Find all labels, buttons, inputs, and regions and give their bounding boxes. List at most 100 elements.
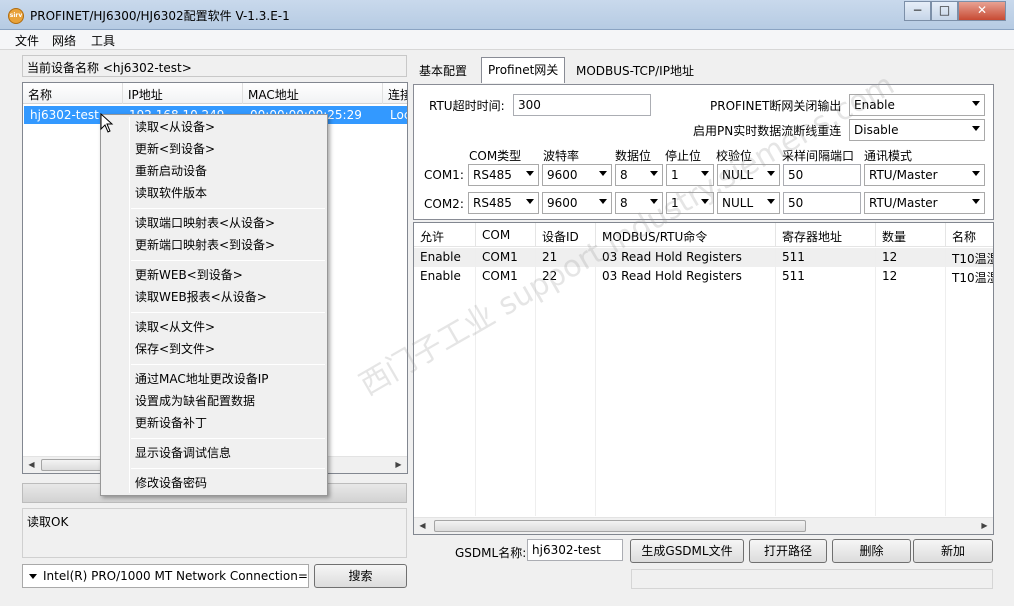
ctx-set-default-config[interactable]: 设置成为缺省配置数据 xyxy=(135,390,255,412)
grid-col-command[interactable]: MODBUS/RTU命令 xyxy=(596,223,776,247)
ctx-update-to-device[interactable]: 更新<到设备> xyxy=(135,138,215,160)
scroll-left-arrow-icon[interactable]: ◀ xyxy=(414,518,431,534)
pn-reconnect-select[interactable]: Disable xyxy=(849,119,985,141)
column-divider xyxy=(535,286,536,516)
tab-modbus-tcp[interactable]: MODBUS-TCP/IP地址 xyxy=(570,59,700,83)
ctx-save-to-file[interactable]: 保存<到文件> xyxy=(135,338,215,360)
table-row[interactable]: Enable COM1 21 03 Read Hold Registers 51… xyxy=(414,248,993,267)
menu-separator xyxy=(131,468,325,469)
delete-button[interactable]: 删除 xyxy=(832,539,911,563)
grid-col-enable[interactable]: 允许 xyxy=(414,223,476,247)
com2-interval-input[interactable]: 50 xyxy=(783,192,861,214)
grid-hscrollbar[interactable]: ◀ ▶ xyxy=(414,517,993,534)
com1-stop-select[interactable]: 1 xyxy=(666,164,714,186)
stop-bits-header: 停止位 xyxy=(665,149,702,163)
ctx-show-debug-info[interactable]: 显示设备调试信息 xyxy=(135,442,231,464)
column-divider xyxy=(775,286,776,516)
tab-profinet-gateway[interactable]: Profinet网关 xyxy=(481,57,566,83)
title-bar: sirv PROFINET/HJ6300/HJ6302配置软件 V-1.3.E-… xyxy=(0,0,1014,30)
com1-data-select[interactable]: 8 xyxy=(615,164,663,186)
generate-gsdml-button[interactable]: 生成GSDML文件 xyxy=(630,539,744,563)
menu-network[interactable]: 网络 xyxy=(49,32,79,49)
search-button[interactable]: 搜索 xyxy=(314,564,407,588)
current-device-name: 当前设备名称 <hj6302-test> xyxy=(22,55,407,77)
ctx-read-from-file[interactable]: 读取<从文件> xyxy=(135,316,215,338)
grid-col-com[interactable]: COM xyxy=(476,223,536,247)
ctx-read-from-device[interactable]: 读取<从设备> xyxy=(135,116,215,138)
scroll-left-arrow-icon[interactable]: ◀ xyxy=(23,457,40,473)
pn-reconnect-value: Disable xyxy=(854,123,899,137)
grid-col-device-id[interactable]: 设备ID xyxy=(536,223,596,247)
close-button[interactable]: ✕ xyxy=(958,1,1006,21)
com1-baud-select[interactable]: 9600 xyxy=(542,164,612,186)
open-path-button[interactable]: 打开路径 xyxy=(749,539,827,563)
mouse-cursor-icon xyxy=(100,113,114,133)
menu-tools[interactable]: 工具 xyxy=(88,32,118,49)
ctx-read-web-report[interactable]: 读取WEB报表<从设备> xyxy=(135,286,267,308)
add-button[interactable]: 新加 xyxy=(913,539,993,563)
col-ip[interactable]: IP地址 xyxy=(123,83,243,104)
gsdml-label: GSDML名称: xyxy=(455,546,527,560)
column-divider xyxy=(475,286,476,516)
rtu-timeout-input[interactable]: 300 xyxy=(513,94,651,116)
bottom-status-box xyxy=(631,569,993,589)
gsdml-name-input[interactable]: hj6302-test xyxy=(527,539,623,561)
com1-data-value: 8 xyxy=(620,168,628,182)
com1-mode-select[interactable]: RTU/Master xyxy=(864,164,985,186)
modbus-command-grid[interactable]: 允许 COM 设备ID MODBUS/RTU命令 寄存器地址 数量 名称 Ena… xyxy=(413,222,994,535)
col-conn[interactable]: 连接 xyxy=(383,83,407,104)
tab-basic-config[interactable]: 基本配置 xyxy=(413,59,473,83)
dropdown-arrow-icon xyxy=(972,101,980,106)
ctx-restart-device[interactable]: 重新启动设备 xyxy=(135,160,207,182)
grid-col-name[interactable]: 名称 xyxy=(946,223,993,247)
com2-mode-select[interactable]: RTU/Master xyxy=(864,192,985,214)
ctx-change-password[interactable]: 修改设备密码 xyxy=(135,472,207,494)
grid-col-count[interactable]: 数量 xyxy=(876,223,946,247)
col-name[interactable]: 名称 xyxy=(23,83,123,104)
network-adapter-select[interactable]: Intel(R) PRO/1000 MT Network Connection=… xyxy=(22,564,309,588)
col-mac[interactable]: MAC地址 xyxy=(243,83,383,104)
device-list-header: 名称 IP地址 MAC地址 连接 xyxy=(23,83,407,104)
gateway-config-panel: RTU超时时间: 300 PROFINET断网关闭输出 Enable 启用PN实… xyxy=(413,84,994,220)
grid-cell: T10温湿 xyxy=(946,267,993,286)
menu-separator xyxy=(131,208,325,209)
device-conn-cell: Loc xyxy=(390,108,407,122)
minimize-button[interactable]: − xyxy=(904,1,931,21)
ctx-update-port-map[interactable]: 更新端口映射表<到设备> xyxy=(135,234,275,256)
window-title: PROFINET/HJ6300/HJ6302配置软件 V-1.3.E-1 xyxy=(30,9,290,23)
dropdown-arrow-icon xyxy=(526,171,534,176)
interval-header: 采样间隔端口 xyxy=(782,149,855,163)
com2-parity-select[interactable]: NULL xyxy=(717,192,780,214)
scroll-right-arrow-icon[interactable]: ▶ xyxy=(390,457,407,473)
ctx-change-ip-by-mac[interactable]: 通过MAC地址更改设备IP xyxy=(135,368,269,390)
com2-stop-select[interactable]: 1 xyxy=(666,192,714,214)
pn-output-select[interactable]: Enable xyxy=(849,94,985,116)
com2-mode-value: RTU/Master xyxy=(869,196,938,210)
grid-cell: 511 xyxy=(776,248,876,267)
com2-baud-value: 9600 xyxy=(547,196,578,210)
pn-output-value: Enable xyxy=(854,98,895,112)
ctx-update-patch[interactable]: 更新设备补丁 xyxy=(135,412,207,434)
com1-type-select[interactable]: RS485 xyxy=(468,164,539,186)
scroll-thumb[interactable] xyxy=(434,520,806,532)
com1-parity-select[interactable]: NULL xyxy=(717,164,780,186)
table-row[interactable]: Enable COM1 22 03 Read Hold Registers 51… xyxy=(414,267,993,286)
com2-data-select[interactable]: 8 xyxy=(615,192,663,214)
menu-separator xyxy=(131,364,325,365)
com2-type-value: RS485 xyxy=(473,196,512,210)
dropdown-arrow-icon xyxy=(650,171,658,176)
maximize-button[interactable]: □ xyxy=(931,1,958,21)
scroll-right-arrow-icon[interactable]: ▶ xyxy=(976,518,993,534)
grid-cell: 21 xyxy=(536,248,596,267)
dropdown-arrow-icon xyxy=(972,171,980,176)
com2-type-select[interactable]: RS485 xyxy=(468,192,539,214)
ctx-read-software-version[interactable]: 读取软件版本 xyxy=(135,182,207,204)
menu-file[interactable]: 文件 xyxy=(12,32,42,49)
ctx-read-port-map[interactable]: 读取端口映射表<从设备> xyxy=(135,212,275,234)
com1-interval-input[interactable]: 50 xyxy=(783,164,861,186)
com2-baud-select[interactable]: 9600 xyxy=(542,192,612,214)
ctx-update-web[interactable]: 更新WEB<到设备> xyxy=(135,264,243,286)
pn-output-label: PROFINET断网关闭输出 xyxy=(710,99,842,113)
grid-cell: 511 xyxy=(776,267,876,286)
grid-col-register[interactable]: 寄存器地址 xyxy=(776,223,876,247)
